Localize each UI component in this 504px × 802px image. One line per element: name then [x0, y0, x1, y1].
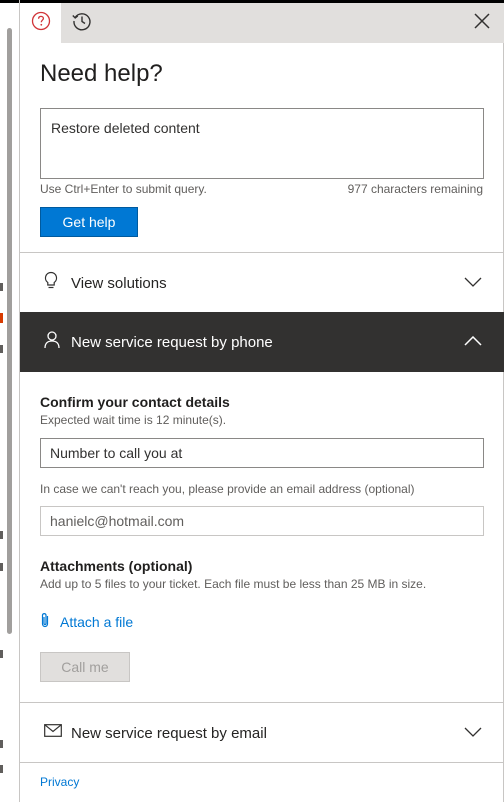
phone-placeholder: Number to call you at — [50, 445, 183, 461]
attach-file-link[interactable]: Attach a file — [40, 612, 133, 631]
chevron-down-icon — [464, 274, 482, 292]
confirm-contact-title: Confirm your contact details — [40, 394, 230, 410]
get-help-button[interactable]: Get help — [40, 207, 138, 237]
email-input[interactable]: hanielc@hotmail.com — [40, 506, 484, 536]
query-input[interactable]: Restore deleted content — [40, 108, 484, 179]
host-mark — [0, 531, 3, 539]
person-icon — [44, 331, 60, 354]
host-mark — [0, 563, 3, 571]
host-mark — [0, 345, 3, 353]
attachments-title: Attachments (optional) — [40, 558, 193, 574]
wait-time-text: Expected wait time is 12 minute(s). — [40, 413, 227, 427]
tab-help[interactable] — [20, 3, 61, 43]
host-mark — [0, 283, 3, 291]
tab-history[interactable] — [61, 3, 103, 43]
history-icon — [71, 10, 93, 37]
host-app-strip — [0, 0, 20, 802]
page-title: Need help? — [40, 60, 163, 87]
host-mark — [0, 650, 3, 658]
chevron-down-icon — [464, 724, 482, 742]
paperclip-icon — [40, 612, 50, 631]
host-mark — [0, 765, 3, 773]
chevron-up-icon — [464, 333, 482, 351]
email-value: hanielc@hotmail.com — [50, 513, 185, 529]
query-text: Restore deleted content — [51, 120, 200, 136]
mail-icon — [44, 724, 62, 742]
submit-hint: Use Ctrl+Enter to submit query. — [40, 182, 207, 196]
phone-number-input[interactable]: Number to call you at — [40, 438, 484, 468]
attach-file-label: Attach a file — [60, 613, 134, 630]
host-scrollbar[interactable] — [7, 28, 12, 634]
view-solutions-section[interactable]: View solutions — [20, 253, 504, 313]
host-mark — [0, 313, 3, 323]
panel-tab-bar — [20, 0, 504, 43]
phone-request-section[interactable]: New service request by phone — [20, 312, 504, 372]
lightbulb-icon — [44, 271, 58, 295]
host-top-edge — [0, 0, 19, 3]
close-button[interactable] — [470, 10, 494, 36]
email-request-section[interactable]: New service request by email — [20, 703, 504, 763]
chars-remaining: 977 characters remaining — [347, 182, 483, 196]
help-panel: Need help? Restore deleted content Use C… — [20, 0, 504, 802]
question-circle-icon — [31, 11, 51, 36]
close-icon — [473, 12, 491, 35]
view-solutions-label: View solutions — [71, 274, 167, 292]
divider — [20, 762, 504, 763]
attachments-hint: Add up to 5 files to your ticket. Each f… — [40, 577, 427, 591]
email-request-label: New service request by email — [71, 724, 267, 742]
call-me-button[interactable]: Call me — [40, 652, 130, 682]
privacy-link[interactable]: Privacy — [40, 775, 79, 789]
email-hint-text: In case we can't reach you, please provi… — [40, 482, 415, 496]
host-mark — [0, 740, 3, 748]
phone-request-label: New service request by phone — [71, 333, 273, 351]
